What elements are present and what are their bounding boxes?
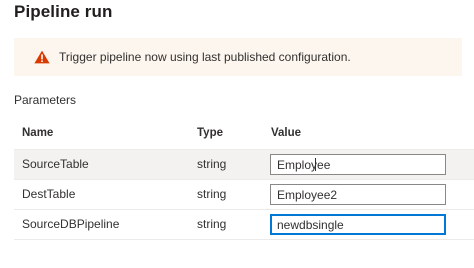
warning-text: Trigger pipeline now using last publishe… [59, 50, 351, 64]
table-header: Name Type Value [14, 121, 474, 150]
parameters-table: Name Type Value SourceTable string DestT… [14, 121, 474, 240]
table-row[interactable]: SourceDBPipeline string [14, 210, 474, 240]
column-header-name: Name [22, 127, 54, 139]
column-header-value: Value [271, 127, 302, 139]
table-row[interactable]: DestTable string [14, 180, 474, 210]
param-type: string [197, 157, 227, 171]
warning-triangle-icon [34, 50, 50, 64]
text-cursor [315, 158, 316, 171]
page-title: Pipeline run [14, 2, 113, 21]
param-name: SourceTable [22, 157, 89, 171]
param-value-input[interactable] [270, 184, 446, 205]
parameters-heading: Parameters [14, 93, 77, 107]
warning-banner: Trigger pipeline now using last publishe… [14, 38, 462, 76]
param-type: string [197, 187, 227, 201]
param-name: SourceDBPipeline [22, 217, 120, 231]
column-header-type: Type [197, 127, 223, 139]
table-row[interactable]: SourceTable string [14, 150, 474, 180]
param-value-input[interactable] [270, 214, 446, 235]
pipeline-run-panel: Pipeline run Trigger pipeline now using … [0, 0, 474, 268]
param-value-input[interactable] [270, 154, 446, 175]
param-type: string [197, 217, 227, 231]
param-name: DestTable [22, 187, 76, 201]
